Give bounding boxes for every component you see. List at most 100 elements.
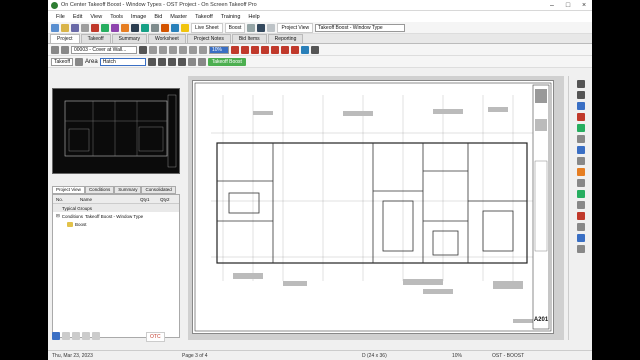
add-condition-icon[interactable] bbox=[52, 332, 60, 340]
maximize-button[interactable]: □ bbox=[560, 0, 576, 11]
vertical-tool-13-icon[interactable] bbox=[576, 212, 585, 220]
back-icon[interactable] bbox=[51, 45, 59, 54]
paste-icon[interactable] bbox=[121, 23, 129, 32]
menu-bid[interactable]: Bid bbox=[150, 14, 166, 20]
grid-icon[interactable] bbox=[131, 23, 139, 32]
vertical-tool-1-icon[interactable] bbox=[576, 80, 585, 88]
tab-summary[interactable]: Summary bbox=[111, 34, 147, 43]
vertical-tool-12-icon[interactable] bbox=[576, 201, 585, 209]
menu-image[interactable]: Image bbox=[127, 14, 150, 20]
col-name[interactable]: Name bbox=[77, 197, 137, 202]
project-view-button[interactable]: Project View bbox=[277, 22, 314, 33]
select-area-icon[interactable] bbox=[157, 57, 166, 66]
pointer-icon[interactable] bbox=[139, 45, 147, 54]
cloud-tool-icon[interactable] bbox=[271, 45, 279, 54]
menu-training[interactable]: Training bbox=[217, 14, 245, 20]
vertical-tool-8-icon[interactable] bbox=[576, 157, 585, 165]
line-tool-icon[interactable] bbox=[231, 45, 239, 54]
edit-condition-icon[interactable] bbox=[72, 332, 80, 340]
tab-project-view[interactable]: Project View bbox=[52, 186, 85, 194]
close-button[interactable]: × bbox=[576, 0, 592, 11]
group-row[interactable]: Typical Groups bbox=[53, 204, 179, 212]
menu-help[interactable]: Help bbox=[244, 14, 263, 20]
vertical-tool-6-icon[interactable] bbox=[576, 135, 585, 143]
calibrate-icon[interactable] bbox=[197, 57, 206, 66]
project-select[interactable]: Takeoff Boost - Window Type bbox=[315, 23, 406, 32]
arrow-tool-icon[interactable] bbox=[241, 45, 249, 54]
tab-panel-summary[interactable]: Summary bbox=[114, 186, 142, 194]
view-icon[interactable] bbox=[247, 23, 256, 32]
tab-takeoff[interactable]: Takeoff bbox=[80, 34, 111, 43]
ost-badge[interactable]: OTC bbox=[146, 332, 165, 342]
tab-project[interactable]: Project bbox=[50, 34, 80, 43]
layers-icon[interactable] bbox=[141, 23, 149, 32]
copy-condition-icon[interactable] bbox=[62, 332, 70, 340]
vertical-tool-5-icon[interactable] bbox=[576, 124, 585, 132]
vertical-tool-3-icon[interactable] bbox=[576, 102, 585, 110]
menu-tools[interactable]: Tools bbox=[106, 14, 127, 20]
menu-edit[interactable]: Edit bbox=[69, 14, 86, 20]
tab-bid-items[interactable]: Bid Items bbox=[231, 34, 267, 43]
drawing-canvas[interactable]: A201 bbox=[188, 76, 564, 340]
flag-icon[interactable] bbox=[181, 23, 189, 32]
vertical-tool-9-icon[interactable] bbox=[576, 168, 585, 176]
vertical-tool-10-icon[interactable] bbox=[576, 179, 585, 187]
page-select[interactable]: 00003 - Cover at Wall... bbox=[71, 45, 137, 54]
menu-master[interactable]: Master bbox=[166, 14, 191, 20]
live-sheet-button[interactable]: Live Sheet bbox=[191, 22, 223, 33]
zoom-out-icon[interactable] bbox=[169, 45, 177, 54]
ruler-icon[interactable] bbox=[311, 45, 319, 54]
menu-takeoff[interactable]: Takeoff bbox=[191, 14, 217, 20]
save-icon[interactable] bbox=[71, 23, 79, 32]
tab-worksheet[interactable]: Worksheet bbox=[148, 34, 186, 43]
drawing-sheet[interactable]: A201 bbox=[192, 80, 554, 334]
vertical-tool-4-icon[interactable] bbox=[576, 113, 585, 121]
stamp-tool-icon[interactable] bbox=[301, 45, 309, 54]
menu-file[interactable]: File bbox=[52, 14, 69, 20]
text-tool-icon[interactable] bbox=[291, 45, 299, 54]
count-icon[interactable] bbox=[177, 57, 186, 66]
pointer-tool-icon[interactable] bbox=[147, 57, 156, 66]
layer-select[interactable]: Takeoff bbox=[51, 57, 73, 66]
menu-view[interactable]: View bbox=[86, 14, 106, 20]
new-icon[interactable] bbox=[51, 23, 59, 32]
info-icon[interactable] bbox=[171, 23, 179, 32]
boost-row[interactable]: Boost bbox=[53, 220, 179, 228]
filter-icon[interactable] bbox=[257, 23, 266, 32]
layer-icon[interactable] bbox=[75, 57, 83, 66]
tab-conditions[interactable]: Conditions bbox=[84, 186, 115, 194]
highlight-tool-icon[interactable] bbox=[187, 57, 196, 66]
zoom-select[interactable]: 10% bbox=[209, 45, 229, 54]
pan-icon[interactable] bbox=[149, 45, 157, 54]
zoom-in-icon[interactable] bbox=[159, 45, 167, 54]
col-no[interactable]: No. bbox=[53, 197, 77, 202]
fit-width-icon[interactable] bbox=[199, 45, 207, 54]
fit-page-icon[interactable] bbox=[189, 45, 197, 54]
compare-icon[interactable] bbox=[267, 23, 276, 32]
condition-row[interactable]: ⊟ Conditions Takeoff Boost - Window Type bbox=[53, 212, 179, 220]
delete-condition-icon[interactable] bbox=[82, 332, 90, 340]
area-select[interactable]: Hatch bbox=[99, 57, 146, 66]
vertical-tool-2-icon[interactable] bbox=[576, 91, 585, 99]
rect-tool-icon[interactable] bbox=[251, 45, 259, 54]
redo-icon[interactable] bbox=[101, 23, 109, 32]
open-icon[interactable] bbox=[61, 23, 69, 32]
tab-consolidated[interactable]: Consolidated bbox=[141, 186, 176, 194]
page-thumbnail[interactable] bbox=[52, 88, 180, 174]
collapse-icon[interactable]: ⊟ bbox=[56, 213, 60, 219]
polyline-tool-icon[interactable] bbox=[281, 45, 289, 54]
minimize-button[interactable]: – bbox=[544, 0, 560, 11]
vertical-tool-15-icon[interactable] bbox=[576, 234, 585, 242]
zoom-box-icon[interactable] bbox=[179, 45, 187, 54]
tab-reporting[interactable]: Reporting bbox=[267, 34, 304, 43]
undo-icon[interactable] bbox=[91, 23, 99, 32]
takeoff-boost-button[interactable]: Takeoff Boost bbox=[207, 57, 246, 66]
vertical-tool-16-icon[interactable] bbox=[576, 245, 585, 253]
vertical-tool-14-icon[interactable] bbox=[576, 223, 585, 231]
boost-button[interactable]: Boost bbox=[224, 22, 246, 33]
col-qty1[interactable]: Qty1 bbox=[137, 197, 157, 202]
vertical-tool-11-icon[interactable] bbox=[576, 190, 585, 198]
print-icon[interactable] bbox=[81, 23, 89, 32]
highlight-icon[interactable] bbox=[161, 23, 169, 32]
settings-icon[interactable] bbox=[151, 23, 159, 32]
